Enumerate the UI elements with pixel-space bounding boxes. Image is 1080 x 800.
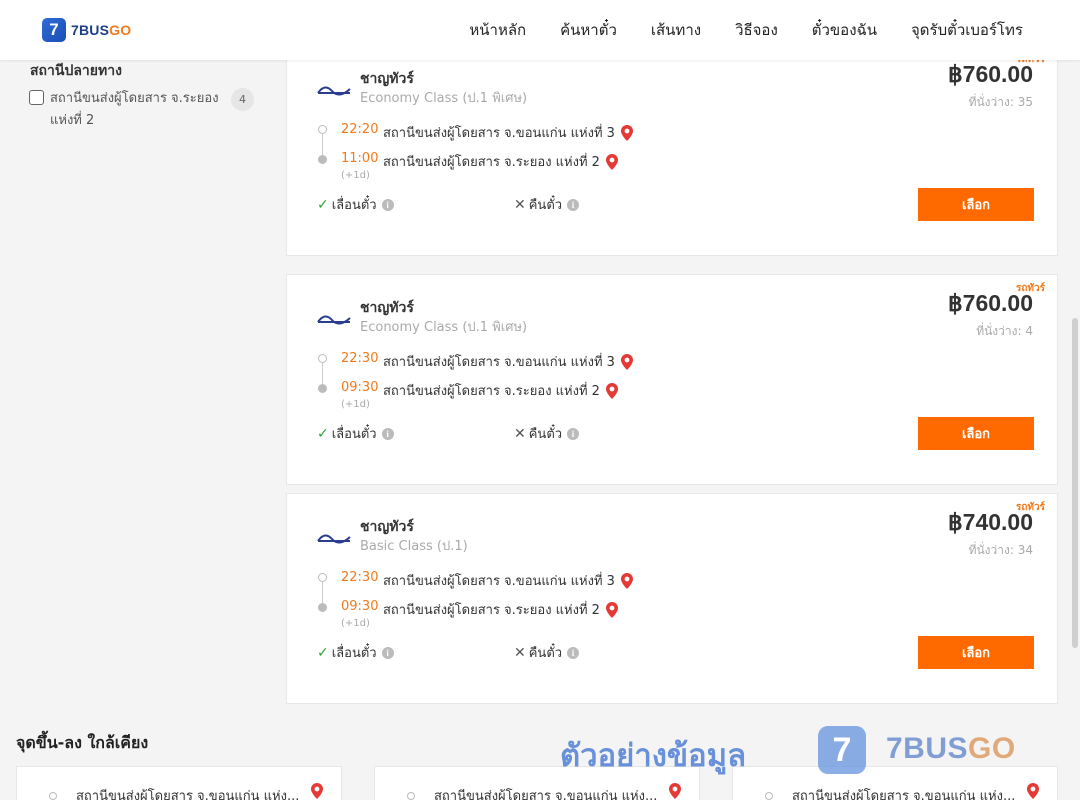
nav-search-ticket[interactable]: ค้นหาตั๋ว — [560, 18, 617, 42]
timeline-line — [322, 360, 323, 385]
main-nav: หน้าหลัก ค้นหาตั๋ว เส้นทาง วิธีจอง ตั๋วข… — [469, 0, 1023, 60]
stop-dot-icon — [49, 792, 57, 800]
nearby-stops-title: จุดขึ้น-ลง ใกล้เคียง — [16, 733, 149, 752]
nearby-stop-label[interactable]: สถานีขนส่งผู้โดยสาร จ.ขอนแก่น แห่ง... — [76, 785, 299, 800]
check-icon: ✓ — [317, 196, 329, 213]
watermark-logo-icon: 7 — [818, 726, 866, 774]
ticket-price: ฿760.00 — [948, 290, 1033, 316]
seats-available: ที่นั่งว่าง: 35 — [968, 95, 1033, 109]
nearby-stop-label[interactable]: สถานีขนส่งผู้โดยสาร จ.ขอนแก่น แห่ง... — [434, 785, 657, 800]
cross-icon: ✕ — [514, 425, 526, 442]
map-pin-icon[interactable] — [605, 601, 618, 618]
info-icon[interactable]: i — [381, 198, 394, 211]
nav-my-tickets[interactable]: ตั๋วของฉัน — [812, 18, 877, 42]
arrival-station: สถานีขนส่งผู้โดยสาร จ.ระยอง แห่งที่ 2 — [383, 151, 618, 172]
info-icon[interactable]: i — [567, 646, 580, 659]
ticket-price: ฿760.00 — [948, 61, 1033, 87]
stop-dot-icon — [765, 792, 773, 800]
info-icon[interactable]: i — [381, 646, 394, 659]
operator-logo-icon — [316, 78, 352, 100]
site-logo[interactable]: 7 7BUSGO — [42, 18, 131, 42]
nav-routes[interactable]: เส้นทาง — [651, 18, 701, 42]
ticket-price: ฿740.00 — [948, 509, 1033, 535]
arrival-station: สถานีขนส่งผู้โดยสาร จ.ระยอง แห่งที่ 2 — [383, 599, 618, 620]
next-day-note: (+1d) — [341, 399, 370, 410]
timeline-line — [322, 579, 323, 604]
seat-class: Economy Class (ป.1 พิเศษ) — [360, 320, 528, 335]
select-trip-button[interactable]: เลือก — [918, 417, 1034, 450]
trip-card: รถทัวร์ ชาญทัวร์ Economy Class (ป.1 พิเศ… — [286, 274, 1058, 485]
top-header: 7 7BUSGO หน้าหลัก ค้นหาตั๋ว เส้นทาง วิธี… — [0, 0, 1080, 60]
filter-label[interactable]: สถานีขนส่งผู้โดยสาร จ.ระยอง แห่งที่ 2 — [50, 88, 225, 132]
logo-mark: 7 — [42, 18, 66, 42]
reschedule-feature: ✓ เลื่อนตั๋ว i — [317, 423, 394, 444]
departure-station: สถานีขนส่งผู้โดยสาร จ.ขอนแก่น แห่งที่ 3 — [383, 570, 633, 591]
info-icon[interactable]: i — [567, 198, 580, 211]
cross-icon: ✕ — [514, 196, 526, 213]
refund-feature: ✕ คืนตั๋ว i — [514, 194, 580, 215]
arrival-dot-icon — [318, 603, 327, 612]
nearby-stop-card[interactable]: สถานีขนส่งผู้โดยสาร จ.ขอนแก่น แห่ง... — [732, 766, 1058, 800]
nearby-stop-label[interactable]: สถานีขนส่งผู้โดยสาร จ.ขอนแก่น แห่ง... — [792, 785, 1015, 800]
departure-dot-icon — [318, 354, 327, 363]
logo-text: 7BUSGO — [71, 22, 132, 38]
arrival-dot-icon — [318, 155, 327, 164]
sample-data-watermark: ตัวอย่างข้อมูล — [560, 738, 747, 774]
check-icon: ✓ — [317, 644, 329, 661]
seats-available: ที่นั่งว่าง: 34 — [968, 543, 1033, 557]
trip-card: รถทัวร์ ชาญทัวร์ Basic Class (ป.1) ฿740.… — [286, 493, 1058, 704]
departure-time: 22:20 — [341, 122, 379, 137]
filter-count-badge: 4 — [231, 88, 254, 111]
watermark-brand: 7BUSGO — [886, 732, 1016, 765]
arrival-time: 09:30 — [341, 380, 379, 395]
map-pin-icon[interactable] — [620, 353, 633, 370]
select-trip-button[interactable]: เลือก — [918, 188, 1034, 221]
operator-logo-icon — [316, 526, 352, 548]
departure-station: สถานีขนส่งผู้โดยสาร จ.ขอนแก่น แห่งที่ 3 — [383, 351, 633, 372]
arrival-time: 11:00 — [341, 151, 379, 166]
timeline-line — [322, 131, 323, 156]
map-pin-icon[interactable] — [311, 783, 323, 799]
stop-dot-icon — [407, 792, 415, 800]
refund-feature: ✕ คืนตั๋ว i — [514, 642, 580, 663]
nav-ticket-pickup-phone[interactable]: จุดรับตั๋วเบอร์โทร — [911, 18, 1023, 42]
map-pin-icon[interactable] — [620, 572, 633, 589]
map-pin-icon[interactable] — [620, 124, 633, 141]
nav-how-to-book[interactable]: วิธีจอง — [735, 18, 778, 42]
departure-station: สถานีขนส่งผู้โดยสาร จ.ขอนแก่น แห่งที่ 3 — [383, 122, 633, 143]
operator-logo-icon — [316, 307, 352, 329]
info-icon[interactable]: i — [381, 427, 394, 440]
seat-class: Economy Class (ป.1 พิเศษ) — [360, 91, 528, 106]
arrival-station: สถานีขนส่งผู้โดยสาร จ.ระยอง แห่งที่ 2 — [383, 380, 618, 401]
map-pin-icon[interactable] — [669, 783, 681, 799]
seats-available: ที่นั่งว่าง: 4 — [976, 324, 1033, 338]
next-day-note: (+1d) — [341, 618, 370, 629]
departure-dot-icon — [318, 125, 327, 134]
arrival-time: 09:30 — [341, 599, 379, 614]
filter-checkbox[interactable] — [29, 90, 44, 105]
page-scrollbar[interactable] — [1072, 318, 1078, 648]
departure-time: 22:30 — [341, 351, 379, 366]
destination-filter-title: สถานีปลายทาง — [30, 63, 122, 79]
departure-time: 22:30 — [341, 570, 379, 585]
trip-card: รถทัวร์ ชาญทัวร์ Economy Class (ป.1 พิเศ… — [286, 45, 1058, 256]
cross-icon: ✕ — [514, 644, 526, 661]
arrival-dot-icon — [318, 384, 327, 393]
reschedule-feature: ✓ เลื่อนตั๋ว i — [317, 194, 394, 215]
seat-class: Basic Class (ป.1) — [360, 539, 468, 554]
refund-feature: ✕ คืนตั๋ว i — [514, 423, 580, 444]
select-trip-button[interactable]: เลือก — [918, 636, 1034, 669]
reschedule-feature: ✓ เลื่อนตั๋ว i — [317, 642, 394, 663]
map-pin-icon[interactable] — [605, 382, 618, 399]
check-icon: ✓ — [317, 425, 329, 442]
nearby-stop-card[interactable]: สถานีขนส่งผู้โดยสาร จ.ขอนแก่น แห่ง... — [16, 766, 342, 800]
map-pin-icon[interactable] — [1027, 783, 1039, 799]
next-day-note: (+1d) — [341, 170, 370, 181]
departure-dot-icon — [318, 573, 327, 582]
info-icon[interactable]: i — [567, 427, 580, 440]
nav-home[interactable]: หน้าหลัก — [469, 18, 526, 42]
map-pin-icon[interactable] — [605, 153, 618, 170]
